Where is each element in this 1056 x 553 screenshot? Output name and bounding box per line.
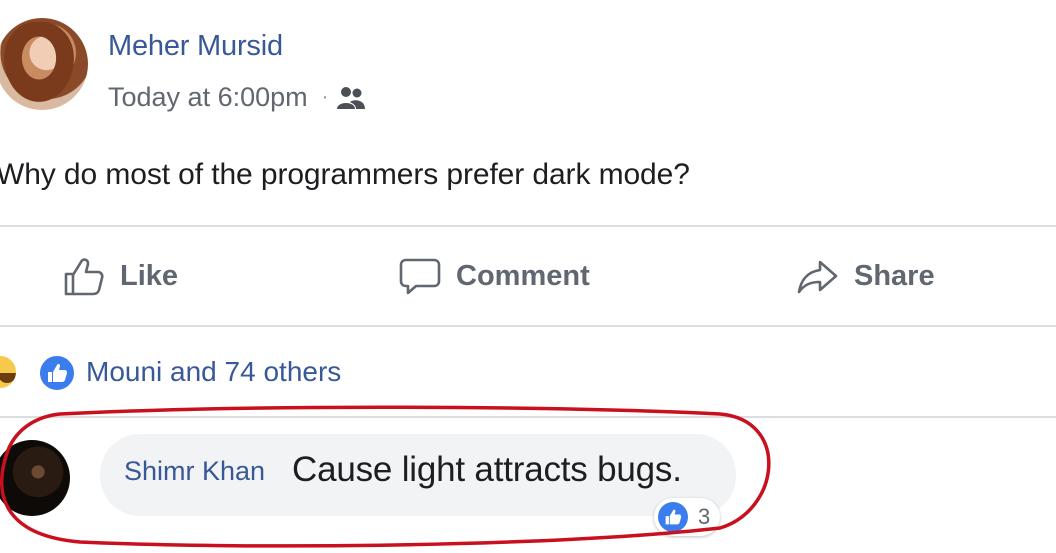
- comment-label: Comment: [456, 259, 590, 292]
- like-icon: [38, 354, 76, 392]
- post-text: Why do most of the programmers prefer da…: [0, 158, 690, 191]
- haha-icon: [0, 354, 18, 390]
- comment-button[interactable]: Comment: [398, 254, 590, 298]
- divider: [0, 325, 1056, 327]
- author-name-link[interactable]: Meher Mursid: [108, 30, 283, 63]
- author-avatar[interactable]: [0, 18, 88, 110]
- post-timestamp[interactable]: Today at 6:00pm: [108, 82, 308, 113]
- like-icon: [658, 502, 688, 532]
- post-meta: Today at 6:00pm ·: [108, 82, 366, 113]
- like-label: Like: [120, 259, 179, 292]
- thumbs-up-icon: [48, 363, 67, 382]
- post-actions-bar: Like Comment Share: [0, 240, 1056, 316]
- comment: Shimr Khan Cause light attracts bugs. 3: [0, 420, 1056, 553]
- divider: [0, 225, 1056, 227]
- like-button[interactable]: Like: [62, 254, 178, 298]
- comment-reaction-badge[interactable]: 3: [654, 498, 721, 536]
- divider: [0, 416, 1056, 418]
- share-label: Share: [854, 259, 935, 292]
- thumbs-up-icon: [665, 509, 682, 525]
- commenter-name-link[interactable]: Shimr Khan: [124, 456, 265, 487]
- share-button[interactable]: Share: [796, 254, 935, 298]
- comment-text: Cause light attracts bugs.: [292, 450, 682, 489]
- commenter-avatar[interactable]: [0, 440, 70, 516]
- share-icon: [797, 260, 838, 294]
- meta-separator: ·: [321, 86, 329, 108]
- friends-icon[interactable]: [336, 85, 366, 111]
- thumbs-up-icon: [64, 258, 104, 296]
- reactions-summary-text[interactable]: Mouni and 74 others: [86, 356, 341, 388]
- comment-like-count: 3: [698, 504, 711, 529]
- post-header: Meher Mursid Today at 6:00pm ·: [0, 18, 1056, 118]
- comment-icon: [399, 258, 441, 295]
